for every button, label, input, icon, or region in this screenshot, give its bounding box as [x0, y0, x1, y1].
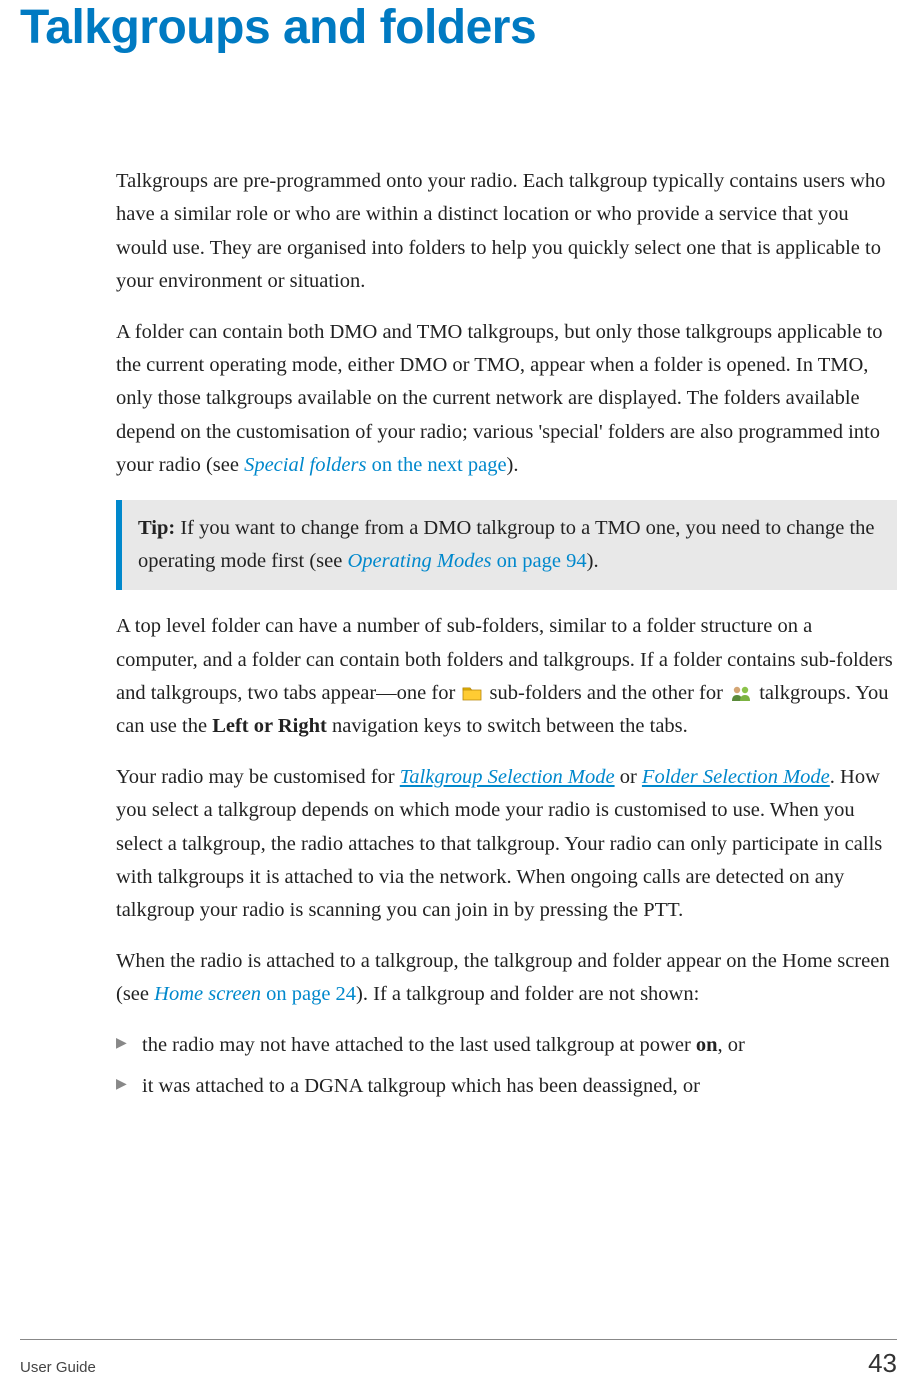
home-screen-link[interactable]: Home screen [154, 983, 261, 1005]
bold-text: on [696, 1034, 718, 1056]
page-number: 43 [868, 1348, 897, 1379]
people-icon [730, 684, 752, 702]
text: , or [718, 1034, 745, 1056]
text: navigation keys to switch between the ta… [327, 715, 688, 737]
footer-doc-title: User Guide [20, 1359, 96, 1376]
subfolders-paragraph: A top level folder can have a number of … [116, 610, 897, 743]
tip-label: Tip: [138, 517, 175, 539]
text: ). [507, 454, 519, 476]
list-item: the radio may not have attached to the l… [116, 1030, 897, 1062]
folder-modes-paragraph: A folder can contain both DMO and TMO ta… [116, 316, 897, 482]
operating-modes-link-page[interactable]: on page 94 [492, 550, 587, 572]
special-folders-link-page[interactable]: on the next page [367, 454, 507, 476]
text: the radio may not have attached to the l… [142, 1034, 696, 1056]
page-footer: User Guide 43 [20, 1339, 897, 1379]
text: or [615, 766, 642, 788]
attached-paragraph: When the radio is attached to a talkgrou… [116, 945, 897, 1011]
page-title: Talkgroups and folders [0, 0, 917, 55]
text: A folder can contain both DMO and TMO ta… [116, 321, 883, 476]
intro-paragraph: Talkgroups are pre-programmed onto your … [116, 165, 897, 298]
text: . How you select a talkgroup depends on … [116, 766, 882, 921]
text: ). [587, 550, 599, 572]
tip-text: Tip: If you want to change from a DMO ta… [138, 512, 881, 578]
operating-modes-link[interactable]: Operating Modes [347, 550, 491, 572]
home-screen-link-page[interactable]: on page 24 [261, 983, 356, 1005]
body-content: Talkgroups are pre-programmed onto your … [0, 165, 917, 1103]
selection-mode-paragraph: Your radio may be customised for Talkgro… [116, 761, 897, 927]
talkgroup-selection-mode-link[interactable]: Talkgroup Selection Mode [400, 766, 615, 788]
text: sub-folders and the other for [484, 682, 728, 704]
reasons-list: the radio may not have attached to the l… [116, 1030, 897, 1104]
folder-selection-mode-link[interactable]: Folder Selection Mode [642, 766, 830, 788]
list-item: it was attached to a DGNA talkgroup whic… [116, 1071, 897, 1103]
folder-icon [462, 685, 482, 701]
tip-callout: Tip: If you want to change from a DMO ta… [116, 500, 897, 590]
text: Your radio may be customised for [116, 766, 400, 788]
text: ). If a talkgroup and folder are not sho… [356, 983, 699, 1005]
bold-text: Left or Right [212, 715, 327, 737]
special-folders-link[interactable]: Special folders [244, 454, 366, 476]
